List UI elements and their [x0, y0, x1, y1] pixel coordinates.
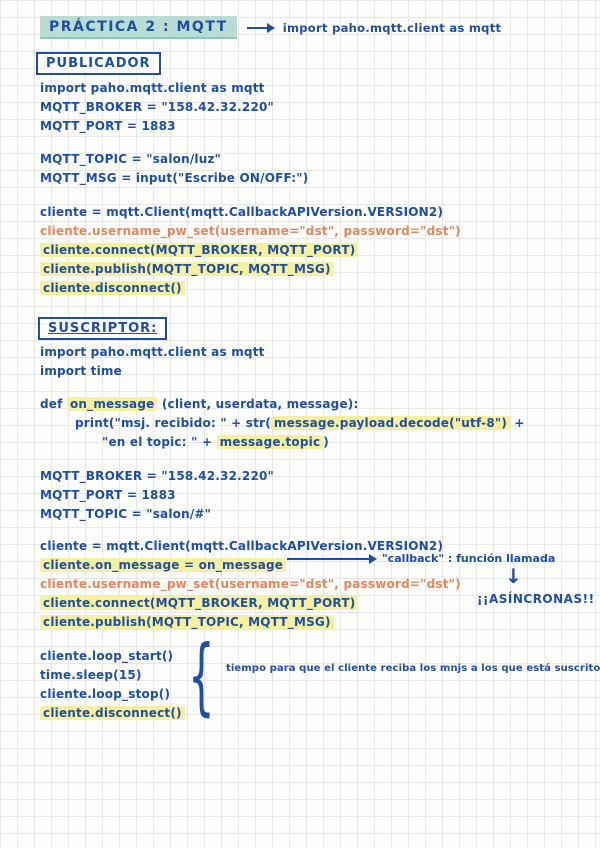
code-line: cliente.loop_stop(): [40, 687, 171, 701]
highlight: cliente.connect(MQTT_BROKER, MQTT_PORT): [40, 596, 359, 610]
code-line: MQTT_PORT = 1883: [40, 119, 176, 133]
code-line: import paho.mqtt.client as mqtt: [40, 81, 265, 95]
brace-icon: {: [188, 627, 215, 725]
down-arrow-icon: ↓: [505, 564, 522, 588]
highlight: cliente.disconnect(): [40, 706, 185, 720]
highlight: cliente.publish(MQTT_TOPIC, MQTT_MSG): [40, 615, 334, 629]
suscriptor-heading: SUSCRIPTOR:: [38, 317, 168, 340]
loop-brace-note: tiempo para que el cliente reciba los mn…: [226, 663, 600, 674]
code-line-auth: cliente.username_pw_set(username="dst", …: [40, 577, 461, 591]
highlight: cliente.disconnect(): [40, 281, 185, 295]
code-segment: ): [323, 435, 329, 449]
code-line-connect: cliente.connect(MQTT_BROKER, MQTT_PORT): [40, 594, 525, 613]
highlight: message.topic: [216, 435, 324, 449]
code-line-disconnect: cliente.disconnect(): [40, 704, 525, 723]
callback-arrow-icon: [287, 553, 377, 564]
suscriptor-heading-label: SUSCRIPTOR:: [48, 321, 158, 336]
highlight: on_message: [66, 397, 158, 411]
title-note: import paho.mqtt.client as mqtt: [282, 20, 502, 35]
code-line-disconnect: cliente.disconnect(): [40, 279, 461, 298]
code-line-auth: cliente.username_pw_set(username="dst", …: [40, 224, 461, 238]
code-line-print: print("msj. recibido: " + str(message.pa…: [75, 414, 525, 433]
code-line: cliente = mqtt.Client(mqtt.CallbackAPIVe…: [40, 205, 444, 219]
title-row: PRÁCTICA 2 : MQTT import paho.mqtt.clien…: [40, 16, 501, 39]
code-line-publish: cliente.publish(MQTT_TOPIC, MQTT_MSG): [40, 260, 461, 279]
publicador-heading: PUBLICADOR: [36, 52, 161, 75]
highlight: cliente.publish(MQTT_TOPIC, MQTT_MSG): [40, 262, 334, 276]
code-line: import paho.mqtt.client as mqtt: [40, 345, 265, 359]
code-segment: +: [510, 416, 525, 430]
publicador-code: import paho.mqtt.client as mqtt MQTT_BRO…: [40, 79, 461, 298]
code-line: MQTT_MSG = input("Escribe ON/OFF:"): [40, 171, 309, 185]
code-line: MQTT_TOPIC = "salon/#": [40, 507, 212, 521]
code-segment: (client, userdata, message):: [157, 397, 359, 411]
code-line-print: "en el topic: " + message.topic): [102, 433, 525, 452]
code-line: MQTT_BROKER = "158.42.32.220": [40, 469, 274, 483]
code-segment: def: [40, 397, 67, 411]
code-segment: print("msj. recibido: " + str(: [75, 416, 271, 430]
highlight: message.payload.decode("utf-8"): [270, 416, 511, 430]
highlight: cliente.connect(MQTT_BROKER, MQTT_PORT): [40, 243, 359, 257]
code-line: MQTT_PORT = 1883: [40, 488, 176, 502]
code-segment: "en el topic: " +: [102, 435, 217, 449]
highlight: cliente.on_message = on_message: [40, 558, 287, 572]
code-line-connect: cliente.connect(MQTT_BROKER, MQTT_PORT): [40, 241, 461, 260]
callback-note: "callback" : función llamada: [382, 552, 556, 565]
title-arrow-icon: [246, 22, 275, 33]
code-line-def: def on_message (client, userdata, messag…: [40, 395, 525, 414]
code-line: import time: [40, 364, 122, 378]
code-line-publish: cliente.publish(MQTT_TOPIC, MQTT_MSG): [40, 613, 525, 632]
page-title: PRÁCTICA 2 : MQTT: [40, 16, 237, 39]
asincronas-note: ¡¡ASÍNCRONAS!!: [477, 592, 595, 606]
code-line: MQTT_BROKER = "158.42.32.220": [40, 100, 274, 114]
code-line: MQTT_TOPIC = "salon/luz": [40, 152, 222, 166]
